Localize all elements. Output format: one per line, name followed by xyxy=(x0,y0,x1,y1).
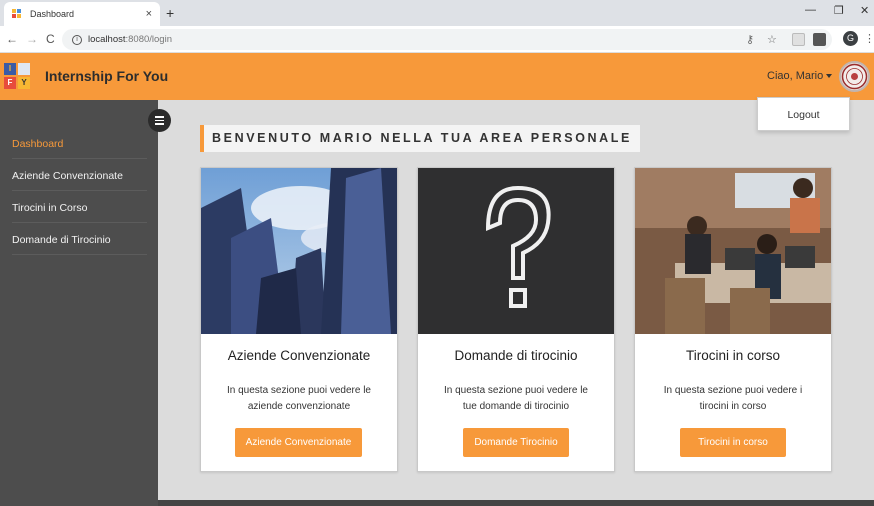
card-title: Domande di tirocinio xyxy=(454,348,578,363)
sidebar-item-domande-di-tirocinio[interactable]: Domande di Tirocinio xyxy=(12,225,147,255)
page-title: BENVENUTO MARIO NELLA TUA AREA PERSONALE xyxy=(200,125,640,152)
brand-title[interactable]: Internship For You xyxy=(45,68,168,84)
favicon-icon xyxy=(12,9,22,19)
card-text: In questa sezione puoi vedere le aziende… xyxy=(227,385,371,412)
url-field[interactable]: i localhost:8080/login xyxy=(62,29,832,50)
back-arrow-icon[interactable]: ← xyxy=(6,32,18,46)
sidebar: Dashboard Aziende Convenzionate Tirocini… xyxy=(0,100,158,506)
domande-tirocinio-button[interactable]: Domande Tirocinio xyxy=(463,428,569,457)
menu-toggle-icon[interactable] xyxy=(148,109,171,132)
user-dropdown-menu: Logout xyxy=(757,97,850,131)
card-aziende: Aziende Convenzionate In questa sezione … xyxy=(200,167,398,472)
main-content: BENVENUTO MARIO NELLA TUA AREA PERSONALE xyxy=(158,100,874,500)
tirocini-in-corso-button[interactable]: Tirocini in corso xyxy=(680,428,786,457)
info-icon[interactable]: i xyxy=(72,34,82,45)
card-title: Aziende Convenzionate xyxy=(227,348,371,363)
minimize-icon[interactable]: — xyxy=(805,4,816,16)
card-title: Tirocini in corso xyxy=(685,348,781,363)
extension-icon[interactable] xyxy=(813,33,826,46)
reload-icon[interactable]: C xyxy=(46,32,55,46)
office-team-image xyxy=(635,168,831,334)
browser-tab[interactable]: Dashboard × xyxy=(4,2,160,26)
skyscrapers-image xyxy=(201,168,397,334)
sidebar-item-aziende-convenzionate[interactable]: Aziende Convenzionate xyxy=(12,161,147,191)
user-greeting: Ciao, Mario xyxy=(767,70,824,82)
browser-tabstrip: Dashboard × + — ❐ ✕ xyxy=(0,0,874,26)
question-mark-image xyxy=(418,168,614,334)
card-domande: Domande di tirocinio In questa sezione p… xyxy=(417,167,615,472)
url-host: localhost xyxy=(88,34,126,45)
extension-icon[interactable] xyxy=(792,33,805,46)
close-window-icon[interactable]: ✕ xyxy=(860,4,869,17)
sidebar-item-tirocini-in-corso[interactable]: Tirocini in Corso xyxy=(12,193,147,223)
app-header: I F Y Internship For You Ciao, Mario xyxy=(0,53,874,100)
star-icon[interactable]: ☆ xyxy=(767,33,777,46)
key-icon[interactable]: ⚷ xyxy=(746,33,754,46)
logo-icon[interactable]: I F Y xyxy=(4,63,32,89)
logout-menu-item[interactable]: Logout xyxy=(758,98,849,132)
user-menu-toggle[interactable]: Ciao, Mario xyxy=(767,70,833,82)
card-tirocini: Tirocini in corso In questa sezione puoi… xyxy=(634,167,832,472)
caret-down-icon xyxy=(826,74,833,78)
card-text: In questa sezione puoi vedere le tue dom… xyxy=(444,385,588,412)
new-tab-icon[interactable]: + xyxy=(166,5,174,21)
card-text: In questa sezione puoi vedere i tirocini… xyxy=(663,385,803,412)
kebab-icon[interactable]: ⋮ xyxy=(864,32,874,45)
footer-bar xyxy=(158,500,874,506)
tab-title: Dashboard xyxy=(30,9,75,19)
forward-arrow-icon[interactable]: → xyxy=(26,32,38,46)
restore-icon[interactable]: ❐ xyxy=(834,4,844,17)
tab-close-icon[interactable]: × xyxy=(146,8,152,20)
aziende-convenzionate-button[interactable]: Aziende Convenzionate xyxy=(235,428,362,457)
university-seal-avatar[interactable] xyxy=(839,61,870,92)
url-path: :8080/login xyxy=(125,34,172,45)
address-bar: ← → C i localhost:8080/login ⚷ ☆ G ⋮ xyxy=(0,26,874,53)
profile-avatar[interactable]: G xyxy=(843,31,858,46)
sidebar-item-dashboard[interactable]: Dashboard xyxy=(12,129,147,159)
